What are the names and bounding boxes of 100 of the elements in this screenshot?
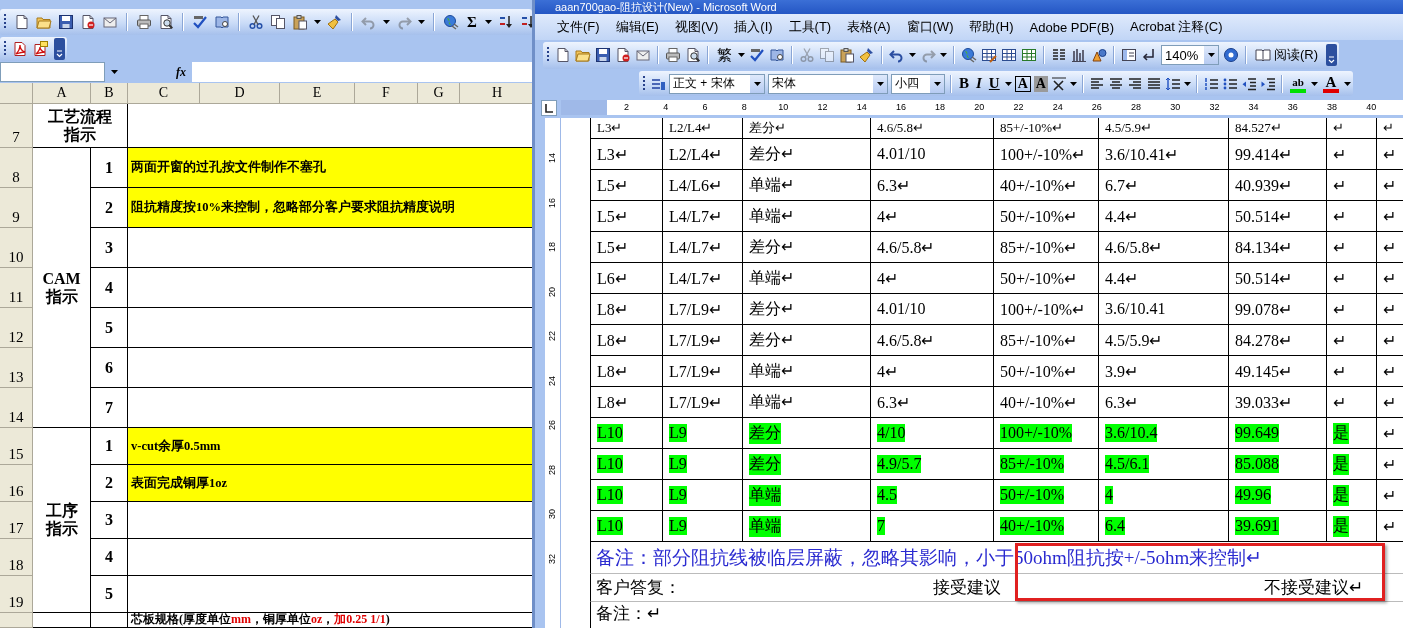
italic-button[interactable]: I — [974, 73, 984, 94]
caret-icon[interactable] — [1069, 81, 1077, 86]
table-pen-icon[interactable] — [981, 47, 997, 63]
outdent-icon[interactable] — [1240, 75, 1257, 92]
spell-check-icon[interactable] — [192, 14, 208, 31]
menu-item[interactable]: 帮助(H) — [961, 16, 1022, 38]
row-header[interactable]: 13 — [0, 348, 33, 388]
menu-item[interactable]: 文件(F) — [549, 16, 608, 38]
indent-icon[interactable] — [1259, 75, 1276, 92]
caret-icon[interactable] — [1343, 81, 1351, 86]
menu-item[interactable]: 视图(V) — [666, 16, 727, 38]
shapes-icon[interactable] — [1091, 47, 1107, 63]
caret-icon[interactable] — [383, 20, 390, 25]
caret-icon[interactable] — [1207, 53, 1215, 57]
row-header[interactable]: 14 — [0, 388, 33, 428]
row-header[interactable]: 15 — [0, 428, 33, 465]
help-icon[interactable] — [1223, 47, 1239, 63]
formula-field[interactable] — [192, 62, 532, 83]
globe-icon[interactable] — [443, 14, 459, 31]
column-header[interactable]: H — [460, 83, 532, 104]
menu-item[interactable]: 窗口(W) — [898, 16, 962, 38]
menu-item[interactable]: 工具(T) — [780, 16, 840, 38]
caret-icon[interactable] — [111, 70, 118, 75]
justify-icon[interactable] — [1145, 75, 1162, 92]
columns-icon[interactable] — [1051, 47, 1067, 63]
print-preview-icon[interactable] — [685, 47, 701, 63]
clipboard-icon[interactable] — [839, 47, 855, 63]
save-icon[interactable] — [595, 47, 611, 63]
font-size-dropdown[interactable]: 小四 — [891, 73, 945, 94]
menu-item[interactable]: 表格(A) — [839, 16, 899, 38]
folder-icon[interactable] — [36, 14, 52, 31]
print-preview-icon[interactable] — [158, 14, 174, 31]
document-lock-icon[interactable] — [615, 47, 631, 63]
row-header[interactable]: 7 — [0, 104, 33, 148]
toolbar-options-icon[interactable] — [54, 38, 65, 61]
caret-icon[interactable] — [753, 81, 761, 86]
align-left-icon[interactable] — [1088, 75, 1105, 92]
document-map-icon[interactable] — [1121, 47, 1137, 63]
return-arrow-icon[interactable] — [1141, 47, 1157, 63]
document-lock-icon[interactable] — [80, 14, 96, 31]
printer-icon[interactable] — [665, 47, 681, 63]
row-header[interactable]: 11 — [0, 268, 33, 308]
brush-icon[interactable] — [327, 14, 343, 31]
row-header[interactable]: 8 — [0, 148, 33, 188]
caret-icon[interactable] — [909, 53, 916, 57]
character-shading-button[interactable]: A — [1033, 75, 1048, 92]
align-right-icon[interactable] — [1126, 75, 1143, 92]
column-header[interactable]: C — [128, 83, 200, 104]
insert-function-button[interactable]: fx — [176, 64, 186, 80]
menu-item[interactable]: Adobe PDF(B) — [1021, 17, 1123, 37]
vertical-ruler[interactable]: 14 16 18 20 22 24 26 28 30 32 — [545, 118, 561, 628]
character-border-button[interactable]: A — [1014, 75, 1031, 92]
book-icon[interactable] — [769, 47, 785, 63]
caret-icon[interactable] — [1004, 81, 1012, 86]
table-icon[interactable] — [1001, 47, 1017, 63]
font-dropdown[interactable]: 宋体 — [768, 73, 888, 94]
save-icon[interactable] — [58, 14, 74, 31]
menu-item[interactable]: Acrobat 注释(C) — [1122, 16, 1231, 38]
document-icon[interactable] — [555, 47, 571, 63]
read-button[interactable]: 阅读(R) — [1253, 46, 1321, 64]
book-icon[interactable] — [214, 14, 230, 31]
caret-icon[interactable] — [876, 81, 884, 86]
row-header[interactable]: 18 — [0, 539, 33, 576]
horizontal-ruler[interactable]: 2 4 6 8 10 12 14 16 18 20 22 24 26 28 30 32 34 36 38 40 — [561, 100, 1403, 115]
align-center-icon[interactable] — [1107, 75, 1124, 92]
font-color-button[interactable]: A — [1320, 72, 1341, 95]
column-header[interactable]: F — [355, 83, 418, 104]
tab-stop-icon[interactable] — [541, 99, 557, 116]
column-header[interactable]: G — [418, 83, 460, 104]
clipboard-icon[interactable] — [292, 14, 308, 31]
pdf-icon[interactable] — [12, 41, 28, 58]
column-header[interactable]: E — [280, 83, 355, 104]
menu-item[interactable]: 编辑(E) — [607, 16, 667, 38]
caret-icon[interactable] — [933, 81, 941, 86]
caret-icon[interactable] — [738, 53, 745, 57]
column-header[interactable]: A — [33, 83, 91, 104]
bar-chart-icon[interactable] — [1071, 47, 1087, 63]
row-header[interactable]: 16 — [0, 465, 33, 502]
toolbar-options-icon[interactable] — [1326, 44, 1338, 66]
mail-icon[interactable] — [635, 47, 651, 63]
copy-icon[interactable] — [270, 14, 286, 31]
caret-icon[interactable] — [418, 20, 425, 25]
zoom-dropdown[interactable]: 140% — [1161, 45, 1219, 65]
row-header[interactable]: 12 — [0, 308, 33, 348]
brush-icon[interactable] — [859, 47, 875, 63]
traditional-chinese-button[interactable]: 繁 — [715, 45, 734, 65]
text-scale-icon[interactable] — [1050, 75, 1067, 92]
underline-button[interactable]: U — [986, 73, 1002, 94]
menu-item[interactable]: 插入(I) — [726, 16, 781, 38]
spell-check-icon[interactable] — [749, 47, 765, 63]
pdf-comment-icon[interactable] — [32, 41, 48, 58]
sum-button[interactable]: Σ — [465, 12, 479, 33]
caret-icon[interactable] — [314, 20, 321, 25]
caret-icon[interactable] — [940, 53, 947, 57]
caret-icon[interactable] — [484, 20, 492, 25]
bold-button[interactable]: B — [957, 73, 971, 94]
row-header[interactable]: 17 — [0, 502, 33, 539]
document-icon[interactable] — [14, 14, 30, 31]
mail-icon[interactable] — [102, 14, 118, 31]
printer-icon[interactable] — [136, 14, 152, 31]
